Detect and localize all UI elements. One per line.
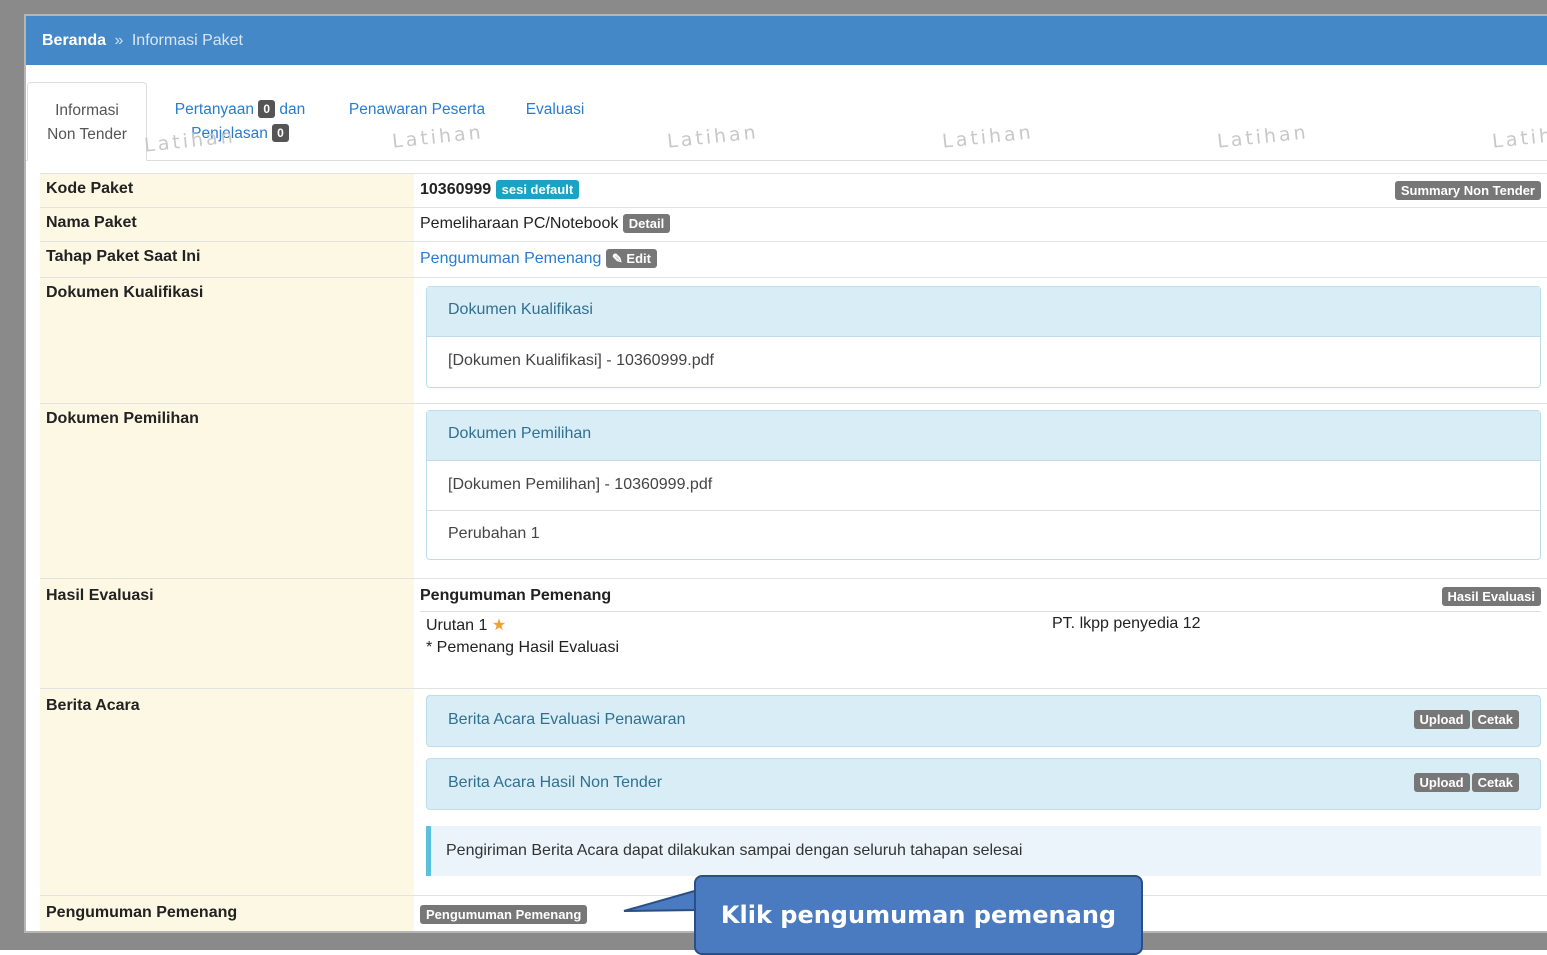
row-value: Pemeliharaan PC/Notebook Detail: [420, 208, 1547, 242]
breadcrumb-current: Informasi Paket: [131, 32, 243, 49]
row-label: Nama Paket: [40, 208, 414, 242]
summary-non-tender-button[interactable]: Summary Non Tender: [1394, 181, 1541, 200]
row-berita-acara: Berita Acara Berita Acara Evaluasi Penaw…: [40, 688, 1547, 896]
tab-line: Pertanyaan 0 dan: [165, 98, 315, 122]
row-dokumen-kualifikasi: Dokumen Kualifikasi Dokumen Kualifikasi …: [40, 277, 1547, 404]
row-label: Dokumen Pemilihan: [40, 404, 414, 579]
berita-acara-actions: Upload Cetak: [1412, 710, 1519, 729]
callout-pointer: [623, 888, 699, 912]
star-icon: ★: [491, 617, 507, 634]
watermark-text: Latihan: [941, 121, 1035, 153]
row-nama-paket: Nama Paket Pemeliharaan PC/Notebook Deta…: [40, 207, 1547, 242]
dokumen-kualifikasi-panel: Dokumen Kualifikasi [Dokumen Kualifikasi…: [426, 286, 1541, 388]
tab-informasi-non-tender[interactable]: Informasi Non Tender: [27, 82, 147, 161]
tab-label: dan: [279, 101, 306, 118]
rank-row: Urutan 1 ★: [426, 615, 506, 635]
row-value: Dokumen Pemilihan [Dokumen Pemilihan] - …: [420, 404, 1547, 579]
watermark-text: Latihan: [666, 121, 760, 153]
breadcrumb: Beranda » Informasi Paket: [26, 16, 1547, 65]
row-dokumen-pemilihan: Dokumen Pemilihan Dokumen Pemilihan [Dok…: [40, 403, 1547, 579]
tahap-link[interactable]: Pengumuman Pemenang: [420, 250, 601, 267]
rank-label: Urutan 1: [426, 617, 488, 634]
nama-paket-value: Pemeliharaan PC/Notebook: [420, 215, 619, 232]
row-hasil-evaluasi: Hasil Evaluasi Pengumuman Pemenang Hasil…: [40, 578, 1547, 689]
hasil-evaluasi-title: Pengumuman Pemenang: [420, 587, 612, 604]
row-label: Pengumuman Pemenang: [40, 896, 414, 931]
tab-line: Informasi: [55, 102, 119, 119]
dokumen-kualifikasi-file[interactable]: [Dokumen Kualifikasi] - 10360999.pdf: [427, 337, 1540, 387]
row-value: Dokumen Kualifikasi [Dokumen Kualifikasi…: [420, 278, 1547, 404]
tab-evaluasi[interactable]: Evaluasi: [522, 82, 588, 160]
watermark-text: Latihan: [1491, 121, 1547, 153]
main-frame: Beranda » Informasi Paket Informasi Non …: [26, 16, 1547, 931]
hasil-evaluasi-button[interactable]: Hasil Evaluasi: [1441, 587, 1541, 606]
sesi-badge: sesi default: [495, 180, 580, 199]
dokumen-pemilihan-file[interactable]: [Dokumen Pemilihan] - 10360999.pdf: [427, 461, 1540, 511]
tab-label: Evaluasi: [525, 101, 585, 118]
panel-heading: Dokumen Kualifikasi: [427, 287, 1540, 337]
berita-acara-actions: Upload Cetak: [1412, 773, 1519, 792]
winner-note: * Pemenang Hasil Evaluasi: [426, 639, 619, 656]
panel-heading: Dokumen Pemilihan: [427, 411, 1540, 461]
callout-annotation: Klik pengumuman pemenang: [694, 875, 1143, 955]
kode-paket-value: 10360999: [420, 181, 492, 198]
winner-name: PT. lkpp penyedia 12: [1052, 615, 1201, 632]
row-label: Kode Paket: [40, 174, 414, 208]
row-tahap-paket: Tahap Paket Saat Ini Pengumuman Pemenang…: [40, 241, 1547, 278]
edit-button[interactable]: ✎ Edit: [605, 249, 657, 268]
tab-bar: Informasi Non Tender Pertanyaan 0 dan Pe…: [26, 82, 1547, 161]
breadcrumb-separator: »: [114, 32, 124, 49]
upload-button[interactable]: Upload: [1413, 773, 1470, 792]
row-value: Pengumuman Pemenang Hasil Evaluasi Uruta…: [420, 579, 1547, 689]
row-label: Tahap Paket Saat Ini: [40, 242, 414, 278]
watermark-text: Latihan: [1216, 121, 1310, 153]
cetak-button[interactable]: Cetak: [1471, 710, 1519, 729]
row-label: Dokumen Kualifikasi: [40, 278, 414, 404]
pengumuman-pemenang-button[interactable]: Pengumuman Pemenang: [420, 905, 588, 924]
dokumen-pemilihan-panel: Dokumen Pemilihan [Dokumen Pemilihan] - …: [426, 410, 1541, 560]
berita-acara-title: Berita Acara Hasil Non Tender: [448, 774, 663, 791]
row-value: 10360999 sesi default Summary Non Tender: [420, 174, 1547, 208]
tab-label: Pertanyaan: [174, 101, 255, 118]
tab-label: Penawaran Peserta: [348, 101, 486, 118]
cetak-button[interactable]: Cetak: [1471, 773, 1519, 792]
row-value: Pengumuman Pemenang ✎ Edit: [420, 242, 1547, 278]
row-kode-paket: Kode Paket 10360999 sesi default Summary…: [40, 173, 1547, 208]
berita-acara-notice: Pengiriman Berita Acara dapat dilakukan …: [426, 826, 1541, 876]
detail-button[interactable]: Detail: [622, 214, 671, 233]
berita-acara-title: Berita Acara Evaluasi Penawaran: [448, 711, 686, 728]
tab-line: Non Tender: [47, 126, 127, 143]
row-label: Berita Acara: [40, 689, 414, 896]
perubahan-item[interactable]: Perubahan 1: [427, 511, 1540, 559]
row-value: Berita Acara Evaluasi Penawaran Upload Ce…: [420, 689, 1547, 896]
pertanyaan-count-badge: 0: [258, 100, 276, 118]
berita-acara-item: Berita Acara Hasil Non Tender Upload Ceta…: [426, 758, 1541, 810]
berita-acara-item: Berita Acara Evaluasi Penawaran Upload Ce…: [426, 695, 1541, 747]
row-label: Hasil Evaluasi: [40, 579, 414, 689]
breadcrumb-home[interactable]: Beranda: [42, 32, 106, 49]
upload-button[interactable]: Upload: [1413, 710, 1470, 729]
penjelasan-count-badge: 0: [272, 124, 289, 142]
divider: [420, 611, 1541, 612]
